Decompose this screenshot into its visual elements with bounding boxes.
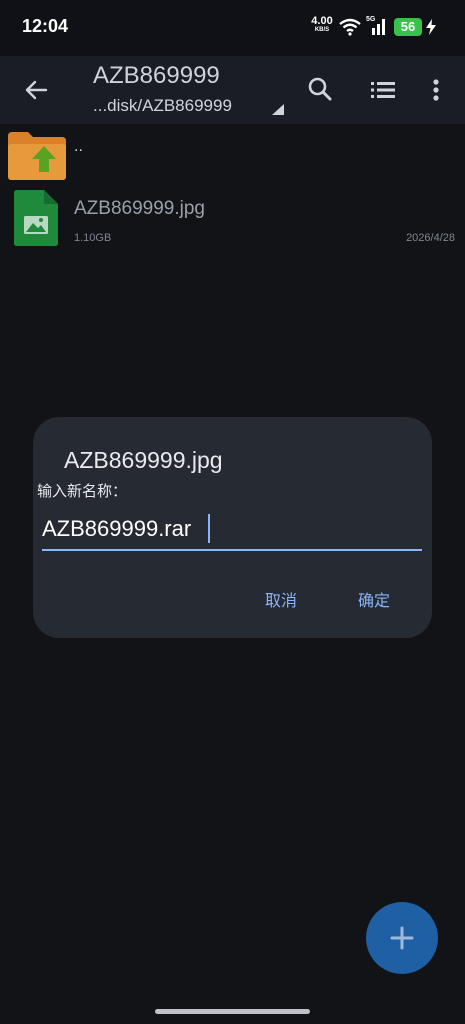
network-speed-value: 4.00	[311, 15, 333, 27]
network-speed: 4.00 KB/S	[307, 15, 337, 35]
folder-title: AZB869999	[93, 62, 220, 89]
file-size: 1.10GB	[74, 232, 112, 244]
charging-icon	[426, 19, 436, 35]
folder-path[interactable]: ...disk/AZB869999	[93, 96, 232, 116]
status-time: 12:04	[22, 16, 69, 36]
add-fab[interactable]	[366, 902, 438, 974]
confirm-button[interactable]: 确定	[358, 587, 390, 611]
dialog-input-label: 输入新名称：	[37, 482, 128, 500]
list-view-icon[interactable]	[369, 76, 397, 104]
path-dropdown-icon[interactable]	[271, 104, 285, 116]
network-speed-unit: KB/S	[314, 27, 330, 33]
home-indicator[interactable]	[155, 1009, 310, 1014]
parent-folder-label: ..	[74, 138, 83, 155]
app-toolbar: AZB869999 ...disk/AZB869999	[0, 56, 465, 124]
back-arrow-icon[interactable]	[22, 76, 50, 104]
image-file-icon	[14, 190, 58, 246]
file-name: AZB869999.jpg	[74, 198, 205, 219]
new-name-input[interactable]	[42, 509, 422, 551]
file-row[interactable]	[0, 184, 465, 254]
folder-up-icon	[8, 132, 66, 180]
wifi-icon	[339, 18, 361, 36]
parent-folder-row[interactable]	[0, 124, 465, 184]
cancel-button[interactable]: 取消	[265, 587, 297, 611]
network-type: 5G	[366, 16, 376, 23]
text-cursor	[208, 514, 210, 543]
rename-dialog: AZB869999.jpg 输入新名称： 取消 确定	[33, 417, 432, 638]
more-vert-icon[interactable]	[424, 76, 448, 104]
file-date: 2026/4/28	[406, 232, 455, 244]
battery-level: 56	[394, 18, 422, 36]
status-bar: 12:04 4.00 KB/S 5G 56	[0, 0, 465, 56]
dialog-title: AZB869999.jpg	[64, 447, 223, 473]
add-icon	[390, 926, 414, 950]
search-icon[interactable]	[306, 75, 334, 103]
